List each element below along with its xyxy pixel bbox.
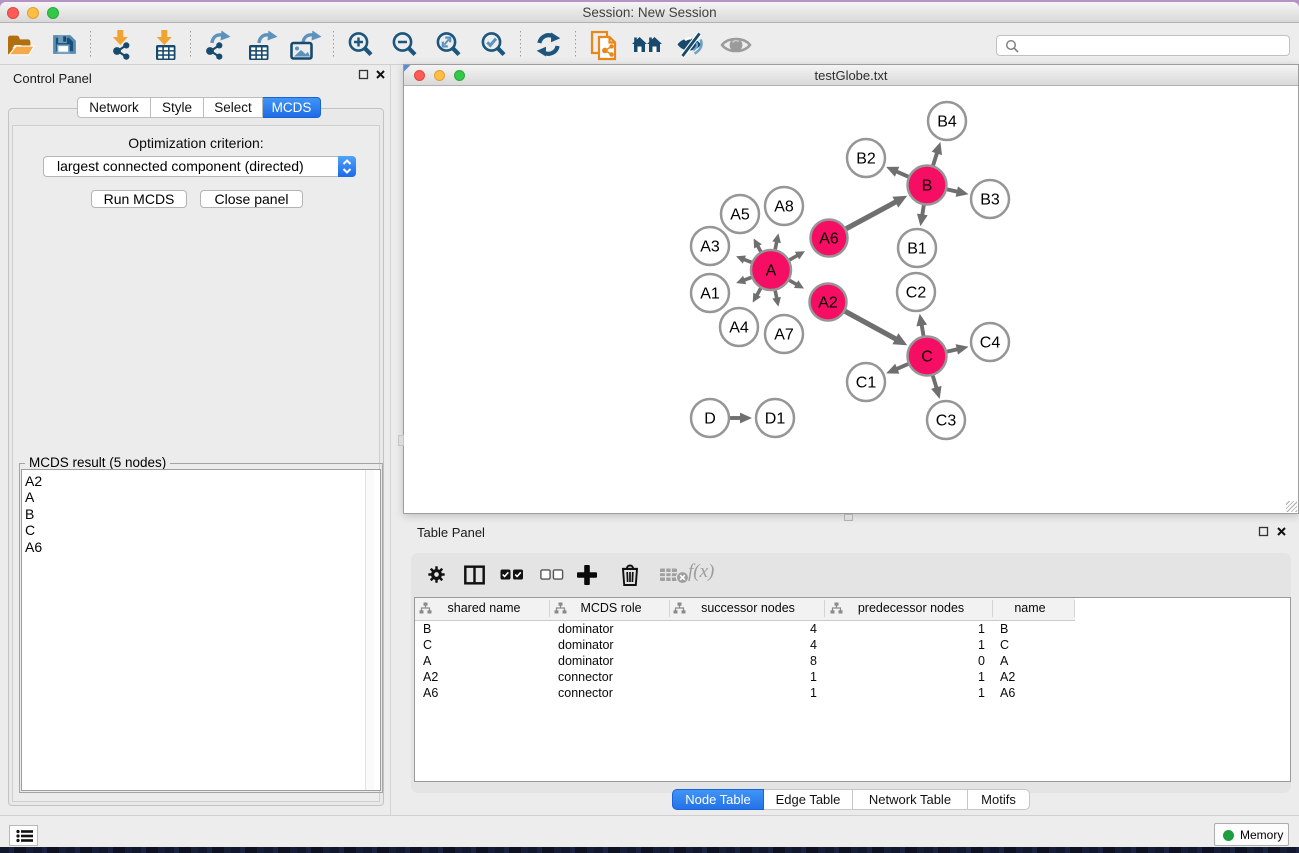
svg-text:A1: A1 <box>700 286 720 303</box>
svg-text:A2: A2 <box>818 295 838 312</box>
svg-text:A5: A5 <box>730 207 750 224</box>
svg-text:B4: B4 <box>937 114 957 131</box>
svg-text:C2: C2 <box>906 285 927 302</box>
svg-text:A6: A6 <box>819 231 839 248</box>
svg-text:A7: A7 <box>774 327 794 344</box>
svg-text:A8: A8 <box>774 199 794 216</box>
svg-text:C3: C3 <box>936 413 957 430</box>
svg-text:B1: B1 <box>907 241 927 258</box>
svg-text:B2: B2 <box>856 151 876 168</box>
svg-text:C1: C1 <box>856 375 877 392</box>
svg-text:A: A <box>766 263 777 280</box>
svg-text:B3: B3 <box>980 192 1000 209</box>
svg-text:C4: C4 <box>980 335 1001 352</box>
svg-text:A3: A3 <box>700 239 720 256</box>
svg-text:D: D <box>704 411 716 428</box>
svg-text:B: B <box>922 178 933 195</box>
svg-text:C: C <box>921 349 933 366</box>
svg-text:D1: D1 <box>765 411 786 428</box>
svg-text:A4: A4 <box>729 320 749 337</box>
